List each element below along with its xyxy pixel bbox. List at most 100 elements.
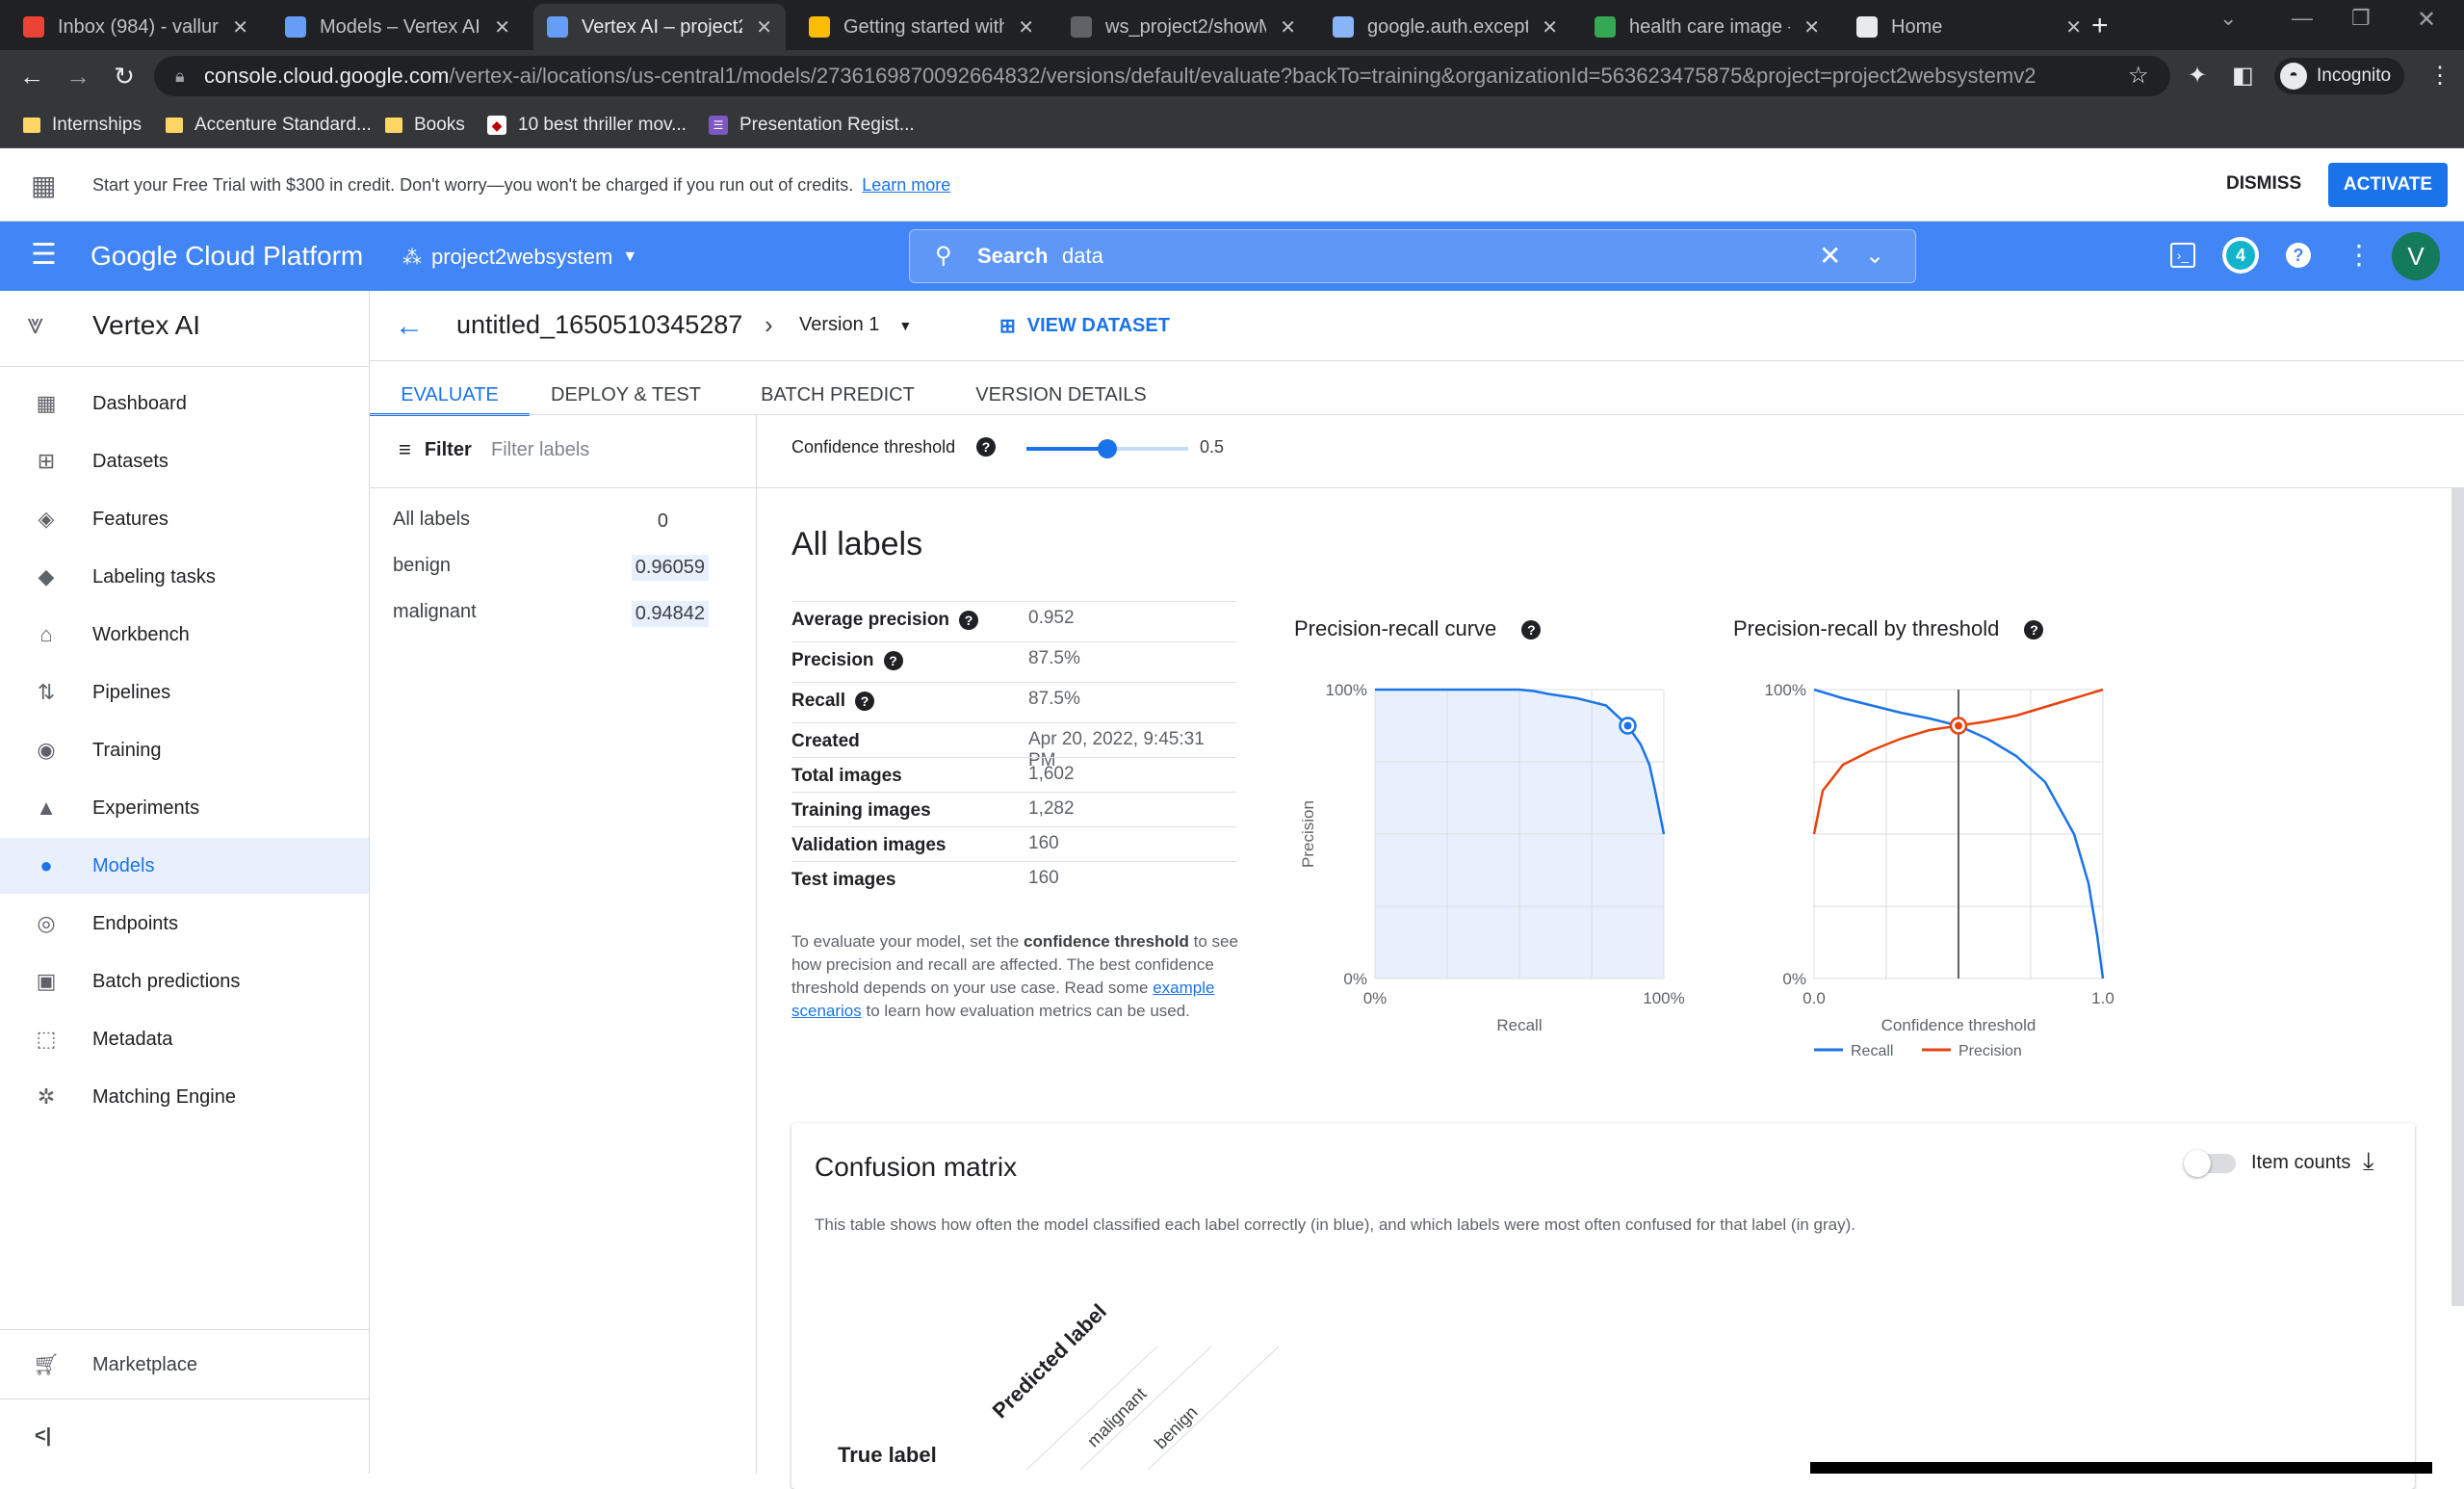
collapse-sidebar-icon[interactable]: <| (35, 1425, 51, 1448)
activate-button[interactable]: ACTIVATE (2328, 163, 2448, 207)
slider-handle[interactable] (1098, 439, 1117, 458)
sidebar-item-endpoints[interactable]: ◎ Endpoints (0, 896, 369, 952)
dismiss-button[interactable]: DISMISS (2226, 173, 2301, 195)
close-tab-icon[interactable]: ✕ (494, 15, 510, 39)
browser-tab[interactable]: health care image - G ✕ (1581, 4, 1833, 50)
search-box[interactable]: ⚲ Search data ✕ ⌄ (909, 229, 1916, 283)
tab-evaluate[interactable]: EVALUATE (370, 376, 530, 416)
more-options-icon[interactable]: ⋮ (2346, 239, 2373, 271)
tab-batch-predict[interactable]: BATCH PREDICT (759, 376, 917, 416)
close-tab-icon[interactable]: ✕ (1542, 15, 1558, 39)
metric-help-icon[interactable]: ? (854, 691, 874, 711)
view-dataset-button[interactable]: ⊞ VIEW DATASET (999, 314, 1170, 338)
sidebar-item-models[interactable]: ● Models (0, 838, 369, 894)
sidebar-item-workbench[interactable]: ⌂ Workbench (0, 607, 369, 663)
bookmark-star-icon[interactable]: ☆ (2128, 62, 2149, 90)
help-icon[interactable]: ? (2286, 243, 2311, 268)
chart-help-icon[interactable]: ? (2024, 620, 2044, 640)
notifications-badge[interactable]: 4 (2222, 237, 2259, 274)
incognito-badge[interactable]: ◓ Incognito (2274, 58, 2405, 94)
forward-icon[interactable]: → (60, 58, 96, 94)
new-tab-icon[interactable]: + (2091, 10, 2109, 42)
metric-value: 160 (1028, 833, 1059, 853)
filter-input[interactable]: Filter labels (491, 439, 589, 461)
sidebar-item-labeling-tasks[interactable]: ◆ Labeling tasks (0, 549, 369, 605)
browser-tab[interactable]: ws_project2/showMo ✕ (1057, 4, 1310, 50)
sidebar-item-training[interactable]: ◉ Training (0, 722, 369, 778)
bookmark-presentation[interactable]: ☰ Presentation Regist... (709, 110, 915, 141)
browser-tab[interactable]: Getting started with a ✕ (795, 4, 1048, 50)
close-tab-icon[interactable]: ✕ (1018, 15, 1034, 39)
toggle-knob (2184, 1150, 2211, 1177)
learn-more-link[interactable]: Learn more (862, 175, 950, 195)
horizontal-scrollbar[interactable] (1810, 1462, 2432, 1474)
metric-value: 1,602 (1028, 764, 1075, 784)
close-window-icon[interactable]: ✕ (2417, 6, 2436, 34)
browser-tab[interactable]: google.auth.exceptio ✕ (1319, 4, 1571, 50)
browser-tab[interactable]: Inbox (984) - valluri2 ✕ (10, 4, 262, 50)
item-counts-toggle[interactable] (2184, 1150, 2236, 1177)
tab-search-icon[interactable]: ⌄ (2219, 6, 2237, 31)
avatar[interactable]: V (2392, 232, 2440, 280)
tab-favicon-icon (1333, 16, 1354, 38)
minimize-icon[interactable]: — (2292, 6, 2313, 31)
sidebar-item-dashboard[interactable]: ▦ Dashboard (0, 376, 369, 431)
browser-tab[interactable]: Models – Vertex AI – p ✕ (272, 4, 524, 50)
x-axis-label: Confidence threshold (1881, 1016, 2036, 1034)
filter-button[interactable]: ≡ Filter (399, 437, 472, 462)
back-icon[interactable]: ← (13, 58, 50, 94)
sidebar-item-marketplace[interactable]: 🛒︎ Marketplace (0, 1337, 369, 1393)
side-panel-icon[interactable]: ◧ (2232, 62, 2254, 90)
sidebar-item-features[interactable]: ◈ Features (0, 491, 369, 547)
close-tab-icon[interactable]: ✕ (756, 15, 772, 39)
cloud-shell-icon[interactable]: ›_ (2170, 243, 2195, 268)
sidebar-item-batch-predictions[interactable]: ▣ Batch predictions (0, 953, 369, 1009)
breadcrumb-chevron-icon: › (765, 310, 773, 339)
bookmark-accenture[interactable]: Accenture Standard... (166, 110, 372, 141)
version-selector[interactable]: Version 1 ▼ (799, 314, 912, 336)
hamburger-menu-icon[interactable]: ☰ (31, 239, 57, 272)
folder-icon (23, 118, 40, 133)
label-row-malignant[interactable]: malignant 0.94842 (393, 601, 739, 634)
back-arrow-icon[interactable]: ← (395, 310, 424, 343)
label-row-benign[interactable]: benign 0.96059 (393, 555, 739, 588)
confidence-help-icon[interactable]: ? (976, 437, 996, 457)
tab-version-details[interactable]: VERSION DETAILS (971, 376, 1152, 416)
product-title[interactable]: Google Cloud Platform (91, 241, 363, 272)
threshold-slider[interactable] (1026, 439, 1188, 458)
tab-deploy-test[interactable]: DEPLOY & TEST (539, 376, 713, 416)
search-input[interactable]: data (1062, 244, 1103, 269)
label-row-all[interactable]: All labels 0 (393, 509, 739, 541)
url-field[interactable]: 🔒︎ console.cloud.google.com/vertex-ai/lo… (154, 56, 2170, 96)
sidebar-item-metadata[interactable]: ⬚ Metadata (0, 1011, 369, 1067)
notification-count: 4 (2226, 241, 2255, 270)
close-tab-icon[interactable]: ✕ (1280, 15, 1296, 39)
sidebar-item-pipelines[interactable]: ⇅ Pipelines (0, 665, 369, 720)
restore-icon[interactable]: ❐ (2351, 6, 2371, 31)
close-tab-icon[interactable]: ✕ (232, 15, 248, 39)
bookmark-label: 10 best thriller mov... (518, 115, 687, 135)
close-tab-icon[interactable]: ✕ (2065, 15, 2082, 39)
bookmark-books[interactable]: Books (385, 110, 465, 141)
metric-help-icon[interactable]: ? (959, 610, 979, 630)
browser-menu-icon[interactable]: ⋮ (2428, 62, 2451, 90)
folder-icon (166, 118, 183, 133)
bookmark-thriller[interactable]: ◆ 10 best thriller mov... (487, 110, 687, 141)
sidebar-item-datasets[interactable]: ⊞ Datasets (0, 433, 369, 489)
browser-tab[interactable]: Vertex AI – project2w ✕ (533, 4, 786, 50)
reload-icon[interactable]: ↻ (106, 58, 143, 94)
scrollbar-thumb[interactable] (2451, 487, 2464, 1306)
expand-search-icon[interactable]: ⌄ (1865, 242, 1884, 270)
chart-help-icon[interactable]: ? (1521, 620, 1542, 640)
metric-help-icon[interactable]: ? (883, 650, 903, 670)
bookmark-internships[interactable]: Internships (23, 110, 142, 141)
sidebar-item-matching-engine[interactable]: ✲ Matching Engine (0, 1069, 369, 1125)
close-tab-icon[interactable]: ✕ (1803, 15, 1820, 39)
clear-search-icon[interactable]: ✕ (1819, 240, 1841, 272)
download-icon[interactable]: ⤓ (2363, 1146, 2374, 1177)
project-selector[interactable]: ⁂ project2websystem ▼ (402, 243, 637, 272)
threshold-marker-dot (1955, 721, 1962, 730)
sidebar-item-experiments[interactable]: ▲ Experiments (0, 780, 369, 836)
browser-tab[interactable]: Home ✕ (1843, 4, 2095, 50)
extensions-icon[interactable]: ✦ (2188, 62, 2207, 90)
